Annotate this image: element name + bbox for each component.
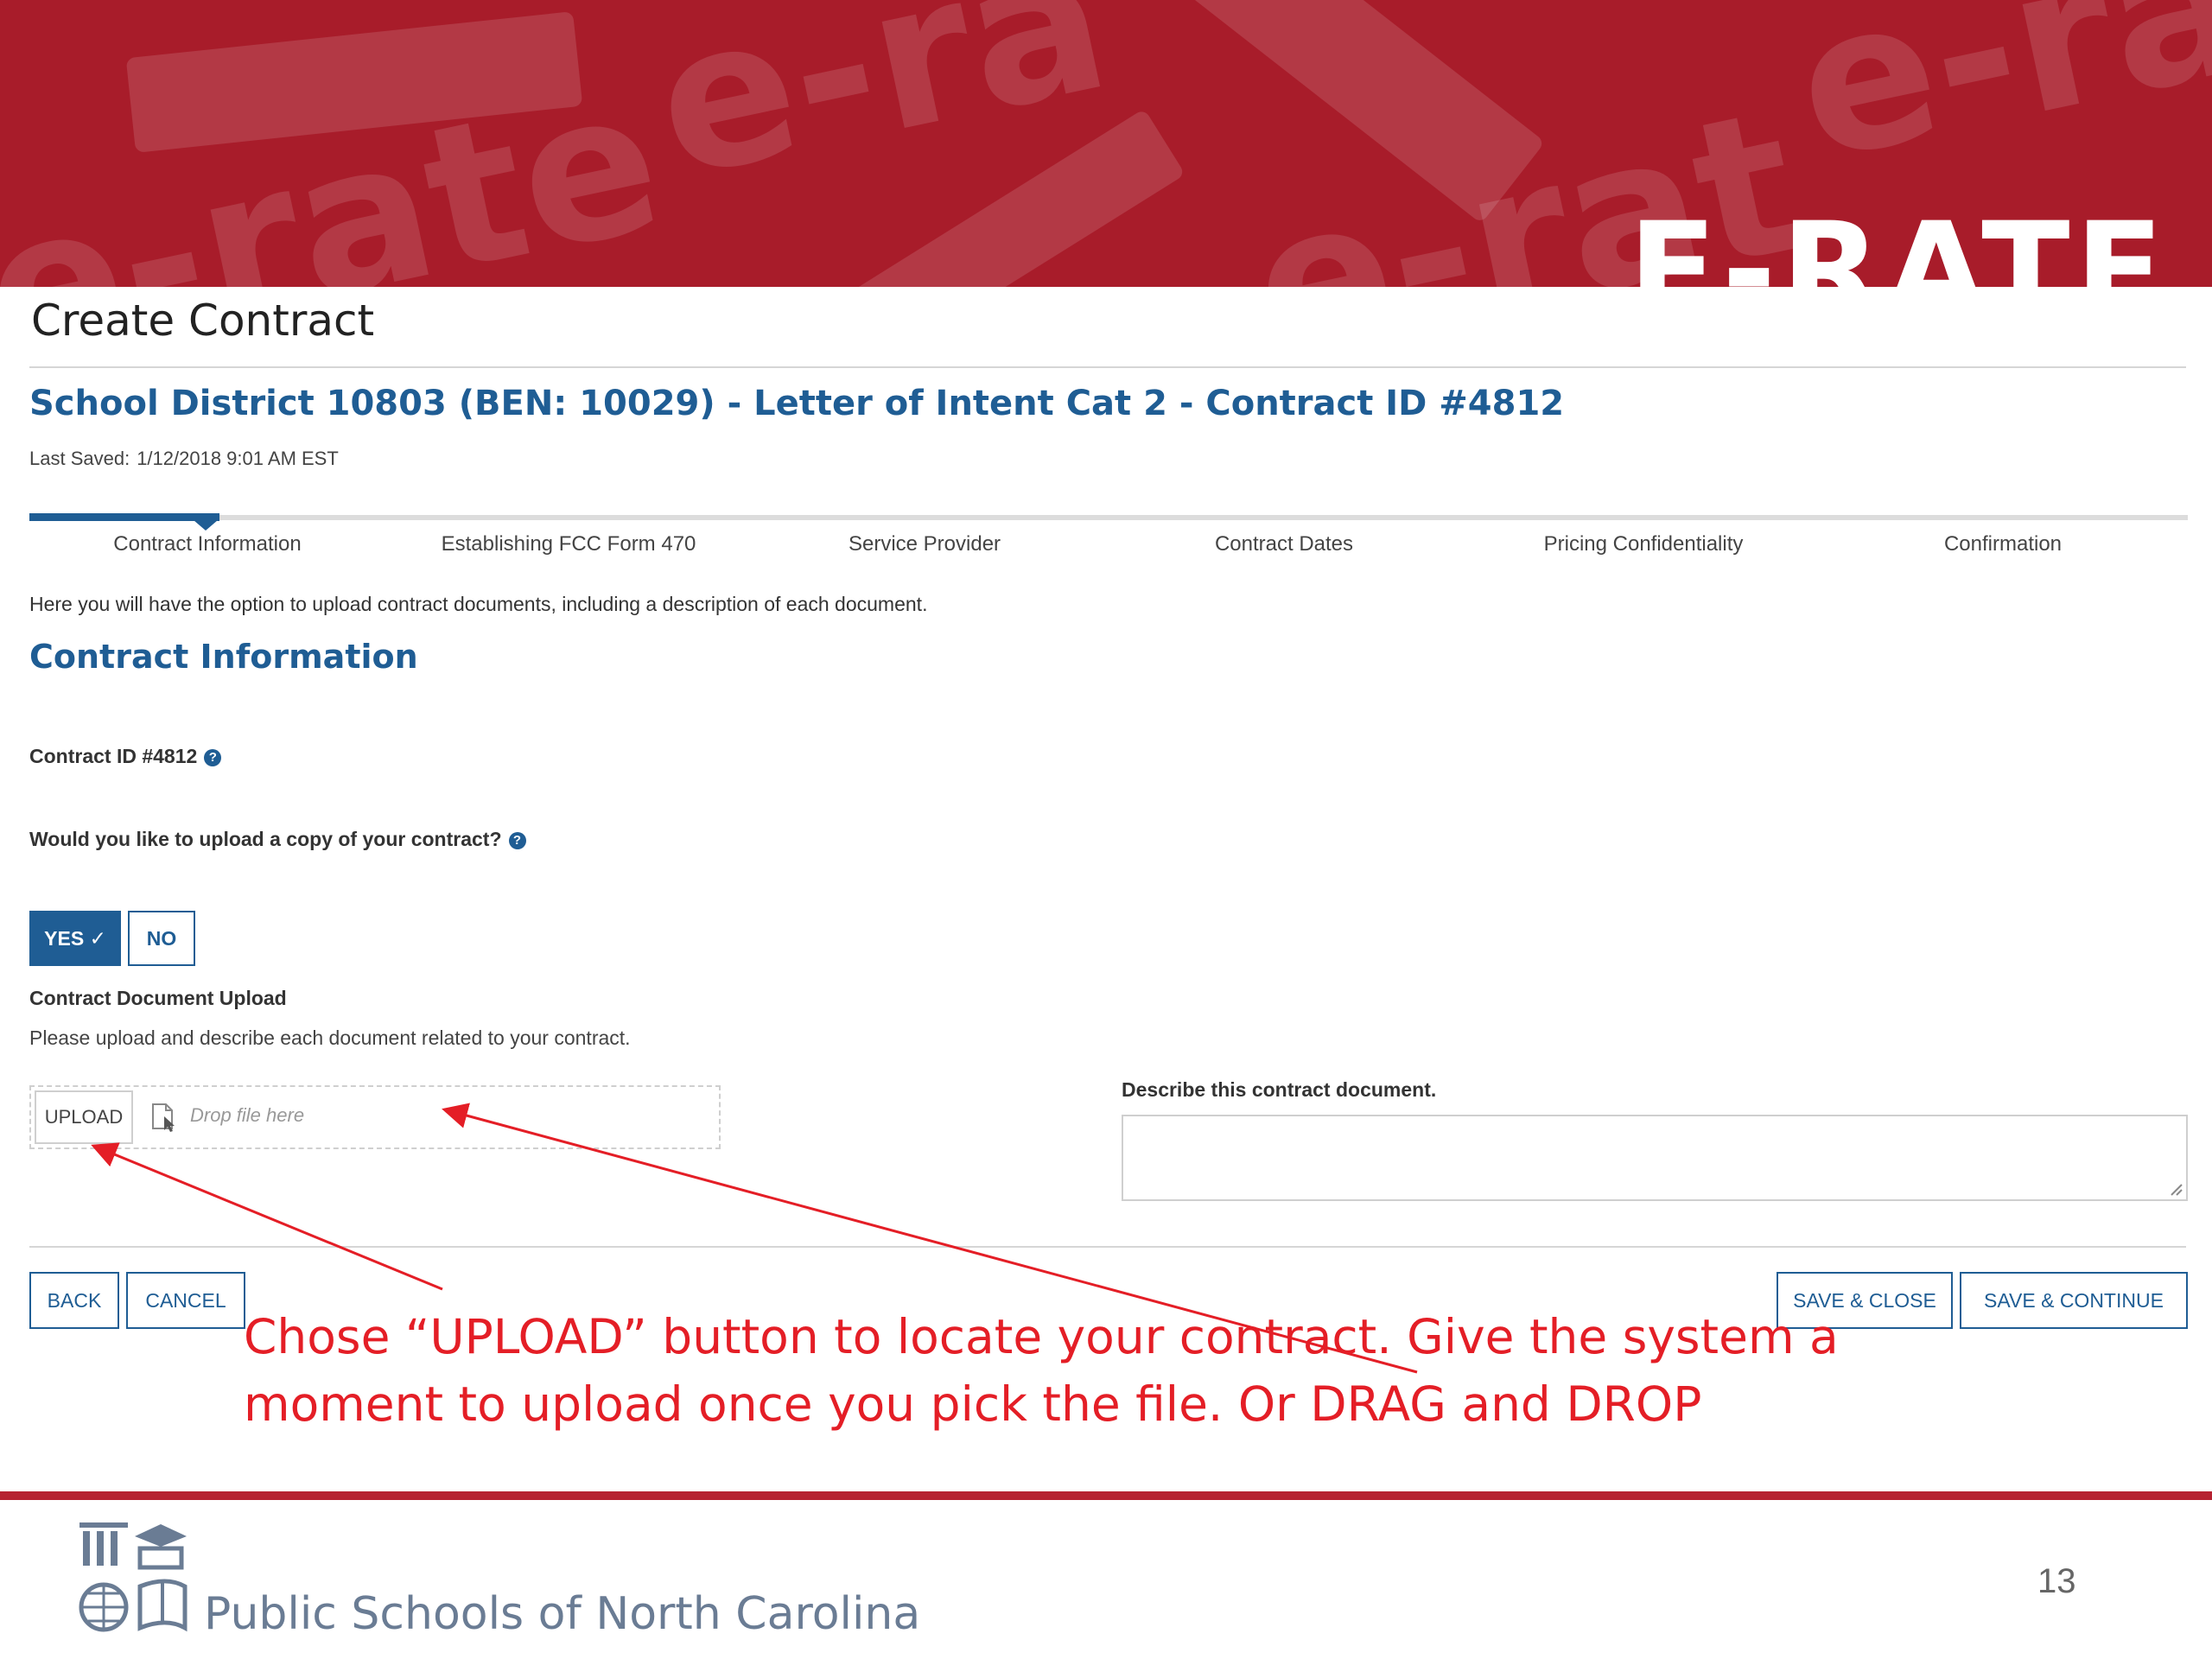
annotation-text: Chose “UPLOAD” button to locate your con… xyxy=(244,1303,1885,1438)
doc-upload-hint: Please upload and describe each document… xyxy=(29,1027,631,1049)
dpi-logo-icon xyxy=(74,1517,190,1637)
file-drop-icon xyxy=(152,1103,175,1132)
last-saved-label: Last Saved: xyxy=(29,448,130,469)
no-button[interactable]: NO xyxy=(128,911,195,966)
upload-question: Would you like to upload a copy of your … xyxy=(29,828,526,851)
save-continue-button[interactable]: SAVE & CONTINUE xyxy=(1960,1272,2188,1329)
page-number: 13 xyxy=(2037,1562,2076,1600)
annotation-line-2: moment to upload once you pick the file.… xyxy=(244,1376,1702,1432)
description-label: Describe this contract document. xyxy=(1122,1078,1437,1101)
help-icon[interactable]: ? xyxy=(508,832,526,849)
stepper-caret-icon xyxy=(194,520,218,531)
stepper-track xyxy=(29,515,2188,520)
step-confirmation[interactable]: Confirmation xyxy=(1944,532,2062,556)
page-title: Create Contract xyxy=(31,296,375,346)
description-textarea[interactable] xyxy=(1122,1115,2188,1201)
stepper-active-indicator xyxy=(29,513,219,521)
divider xyxy=(29,1246,2186,1248)
step-service-provider[interactable]: Service Provider xyxy=(849,532,1001,556)
step-contract-information[interactable]: Contract Information xyxy=(113,532,301,556)
divider xyxy=(29,366,2186,368)
intro-text: Here you will have the option to upload … xyxy=(29,593,928,615)
banner: e-rate e-ra e-rat e-ra E-RATE xyxy=(0,0,2212,287)
erate-brand: E-RATE xyxy=(1628,195,2169,287)
contract-id-label: Contract ID #4812? xyxy=(29,745,222,768)
resize-handle-icon[interactable] xyxy=(2167,1180,2183,1196)
footer-org-name: Public Schools of North Carolina xyxy=(204,1588,921,1640)
upload-question-text: Would you like to upload a copy of your … xyxy=(29,828,502,850)
step-establishing-fcc-form-470[interactable]: Establishing FCC Form 470 xyxy=(442,532,696,556)
annotation-line-1: Chose “UPLOAD” button to locate your con… xyxy=(244,1309,1839,1364)
cancel-button[interactable]: CANCEL xyxy=(126,1272,245,1329)
back-button[interactable]: BACK xyxy=(29,1272,119,1329)
step-pricing-confidentiality[interactable]: Pricing Confidentiality xyxy=(1544,532,1744,556)
create-contract-panel: Create Contract School District 10803 (B… xyxy=(5,287,2207,1484)
doc-upload-heading: Contract Document Upload xyxy=(29,987,287,1009)
upload-button[interactable]: UPLOAD xyxy=(35,1090,133,1144)
help-icon[interactable]: ? xyxy=(204,749,222,766)
drop-placeholder: Drop file here xyxy=(190,1104,305,1126)
contract-id-text: Contract ID #4812 xyxy=(29,745,198,767)
last-saved-value: 1/12/2018 9:01 AM EST xyxy=(137,448,339,469)
step-contract-dates[interactable]: Contract Dates xyxy=(1215,532,1353,556)
footer-rule xyxy=(0,1491,2212,1500)
last-saved: Last Saved: 1/12/2018 9:01 AM EST xyxy=(29,448,346,470)
yes-button[interactable]: YES ✓ xyxy=(29,911,121,966)
arrow-to-upload xyxy=(91,1142,443,1291)
contract-subtitle: School District 10803 (BEN: 10029) - Let… xyxy=(29,384,1565,423)
banner-watermark: e-ra xyxy=(1777,0,2212,207)
file-dropzone[interactable]: UPLOAD Drop file here xyxy=(29,1085,721,1149)
section-title: Contract Information xyxy=(29,638,418,676)
